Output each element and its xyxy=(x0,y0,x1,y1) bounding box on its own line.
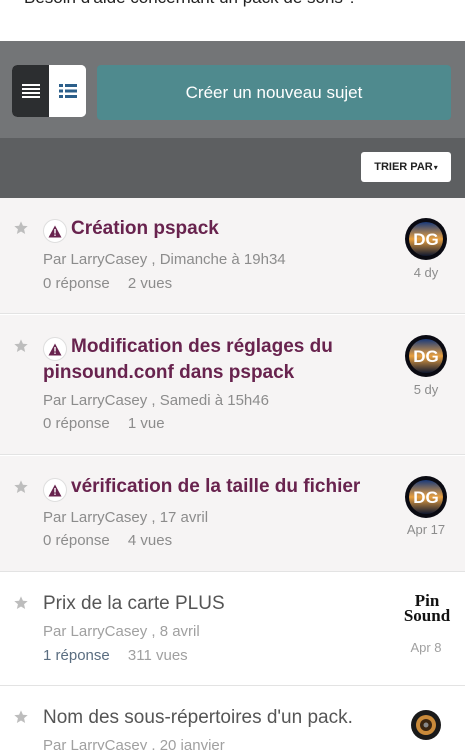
topic-stats: 0 réponse 2 vues xyxy=(43,275,172,292)
reply-count: 0 réponse xyxy=(43,415,110,432)
topic-meta: Par LarryCasey , 17 avril xyxy=(43,509,209,526)
sort-label: TRIER PAR xyxy=(374,161,433,173)
view-count: 1 vue xyxy=(127,415,165,432)
svg-text:DG: DG xyxy=(413,230,439,249)
help-heading: Besoin d'aide concernant un pack de sons… xyxy=(24,0,357,8)
reply-count: 1 réponse xyxy=(43,647,110,664)
star-icon[interactable] xyxy=(13,709,29,725)
topic-stats: 0 réponse 1 vue xyxy=(43,415,165,432)
star-icon[interactable] xyxy=(13,220,29,236)
star-icon[interactable] xyxy=(13,595,29,611)
sort-bar: TRIER PAR ▾ xyxy=(0,138,465,198)
topic-age: Apr 17 xyxy=(406,522,446,537)
topic-stats: 0 réponse 4 vues xyxy=(43,532,172,549)
caret-down-icon: ▾ xyxy=(433,163,438,172)
topic-title[interactable]: Création pspack xyxy=(43,216,383,242)
topic-age: 4 dy xyxy=(413,265,439,280)
detailed-list-icon xyxy=(58,84,77,98)
topic-age: 5 dy xyxy=(413,382,439,397)
topic-row[interactable]: vérification de la taille du fichier Par… xyxy=(0,456,465,572)
topic-row[interactable]: Prix de la carte PLUS Par LarryCasey , 8… xyxy=(0,573,465,686)
avatar[interactable]: DG xyxy=(405,476,447,518)
topic-meta: Par LarryCasey , Samedi à 15h46 xyxy=(43,392,269,409)
topic-title[interactable]: Prix de la carte PLUS xyxy=(43,591,383,617)
view-toggle xyxy=(12,65,86,117)
star-icon[interactable] xyxy=(13,338,29,354)
view-count: 4 vues xyxy=(127,532,173,549)
view-list-button[interactable] xyxy=(12,65,49,117)
topic-row[interactable]: Nom des sous-répertoires d'un pack. Par … xyxy=(0,687,465,750)
topic-title[interactable]: Modification des réglages du pinsound.co… xyxy=(43,334,383,386)
speaker-icon[interactable] xyxy=(410,709,442,741)
topic-toolbar: Créer un nouveau sujet xyxy=(0,41,465,138)
create-topic-button[interactable]: Créer un nouveau sujet xyxy=(97,65,451,120)
topic-title[interactable]: Nom des sous-répertoires d'un pack. xyxy=(43,705,383,731)
view-detailed-button[interactable] xyxy=(49,65,86,117)
svg-text:DG: DG xyxy=(413,488,439,507)
sort-button[interactable]: TRIER PAR ▾ xyxy=(361,152,451,182)
svg-text:DG: DG xyxy=(413,347,439,366)
topic-meta: Par LarryCasey , Dimanche à 19h34 xyxy=(43,251,286,268)
list-icon xyxy=(21,84,40,98)
avatar[interactable]: DG xyxy=(405,335,447,377)
pinsound-logo[interactable]: Pin Sound xyxy=(402,592,452,635)
reply-count: 0 réponse xyxy=(43,275,110,292)
topic-row[interactable]: Modification des réglages du pinsound.co… xyxy=(0,315,465,455)
view-count: 311 vues xyxy=(127,647,188,664)
topic-meta: Par LarryCasey , 8 avril xyxy=(43,623,200,640)
topic-stats: 1 réponse 311 vues xyxy=(43,647,188,664)
topic-row[interactable]: Création pspack Par LarryCasey , Dimanch… xyxy=(0,198,465,314)
star-icon[interactable] xyxy=(13,479,29,495)
logo-text-sound: Sound xyxy=(403,606,451,625)
topic-title[interactable]: vérification de la taille du fichier xyxy=(43,474,383,500)
view-count: 2 vues xyxy=(127,275,173,292)
reply-count: 0 réponse xyxy=(43,532,110,549)
topic-age: Apr 8 xyxy=(410,640,442,655)
topic-meta: Par LarryCasey , 20 janvier xyxy=(43,737,225,750)
avatar[interactable]: DG xyxy=(405,218,447,260)
